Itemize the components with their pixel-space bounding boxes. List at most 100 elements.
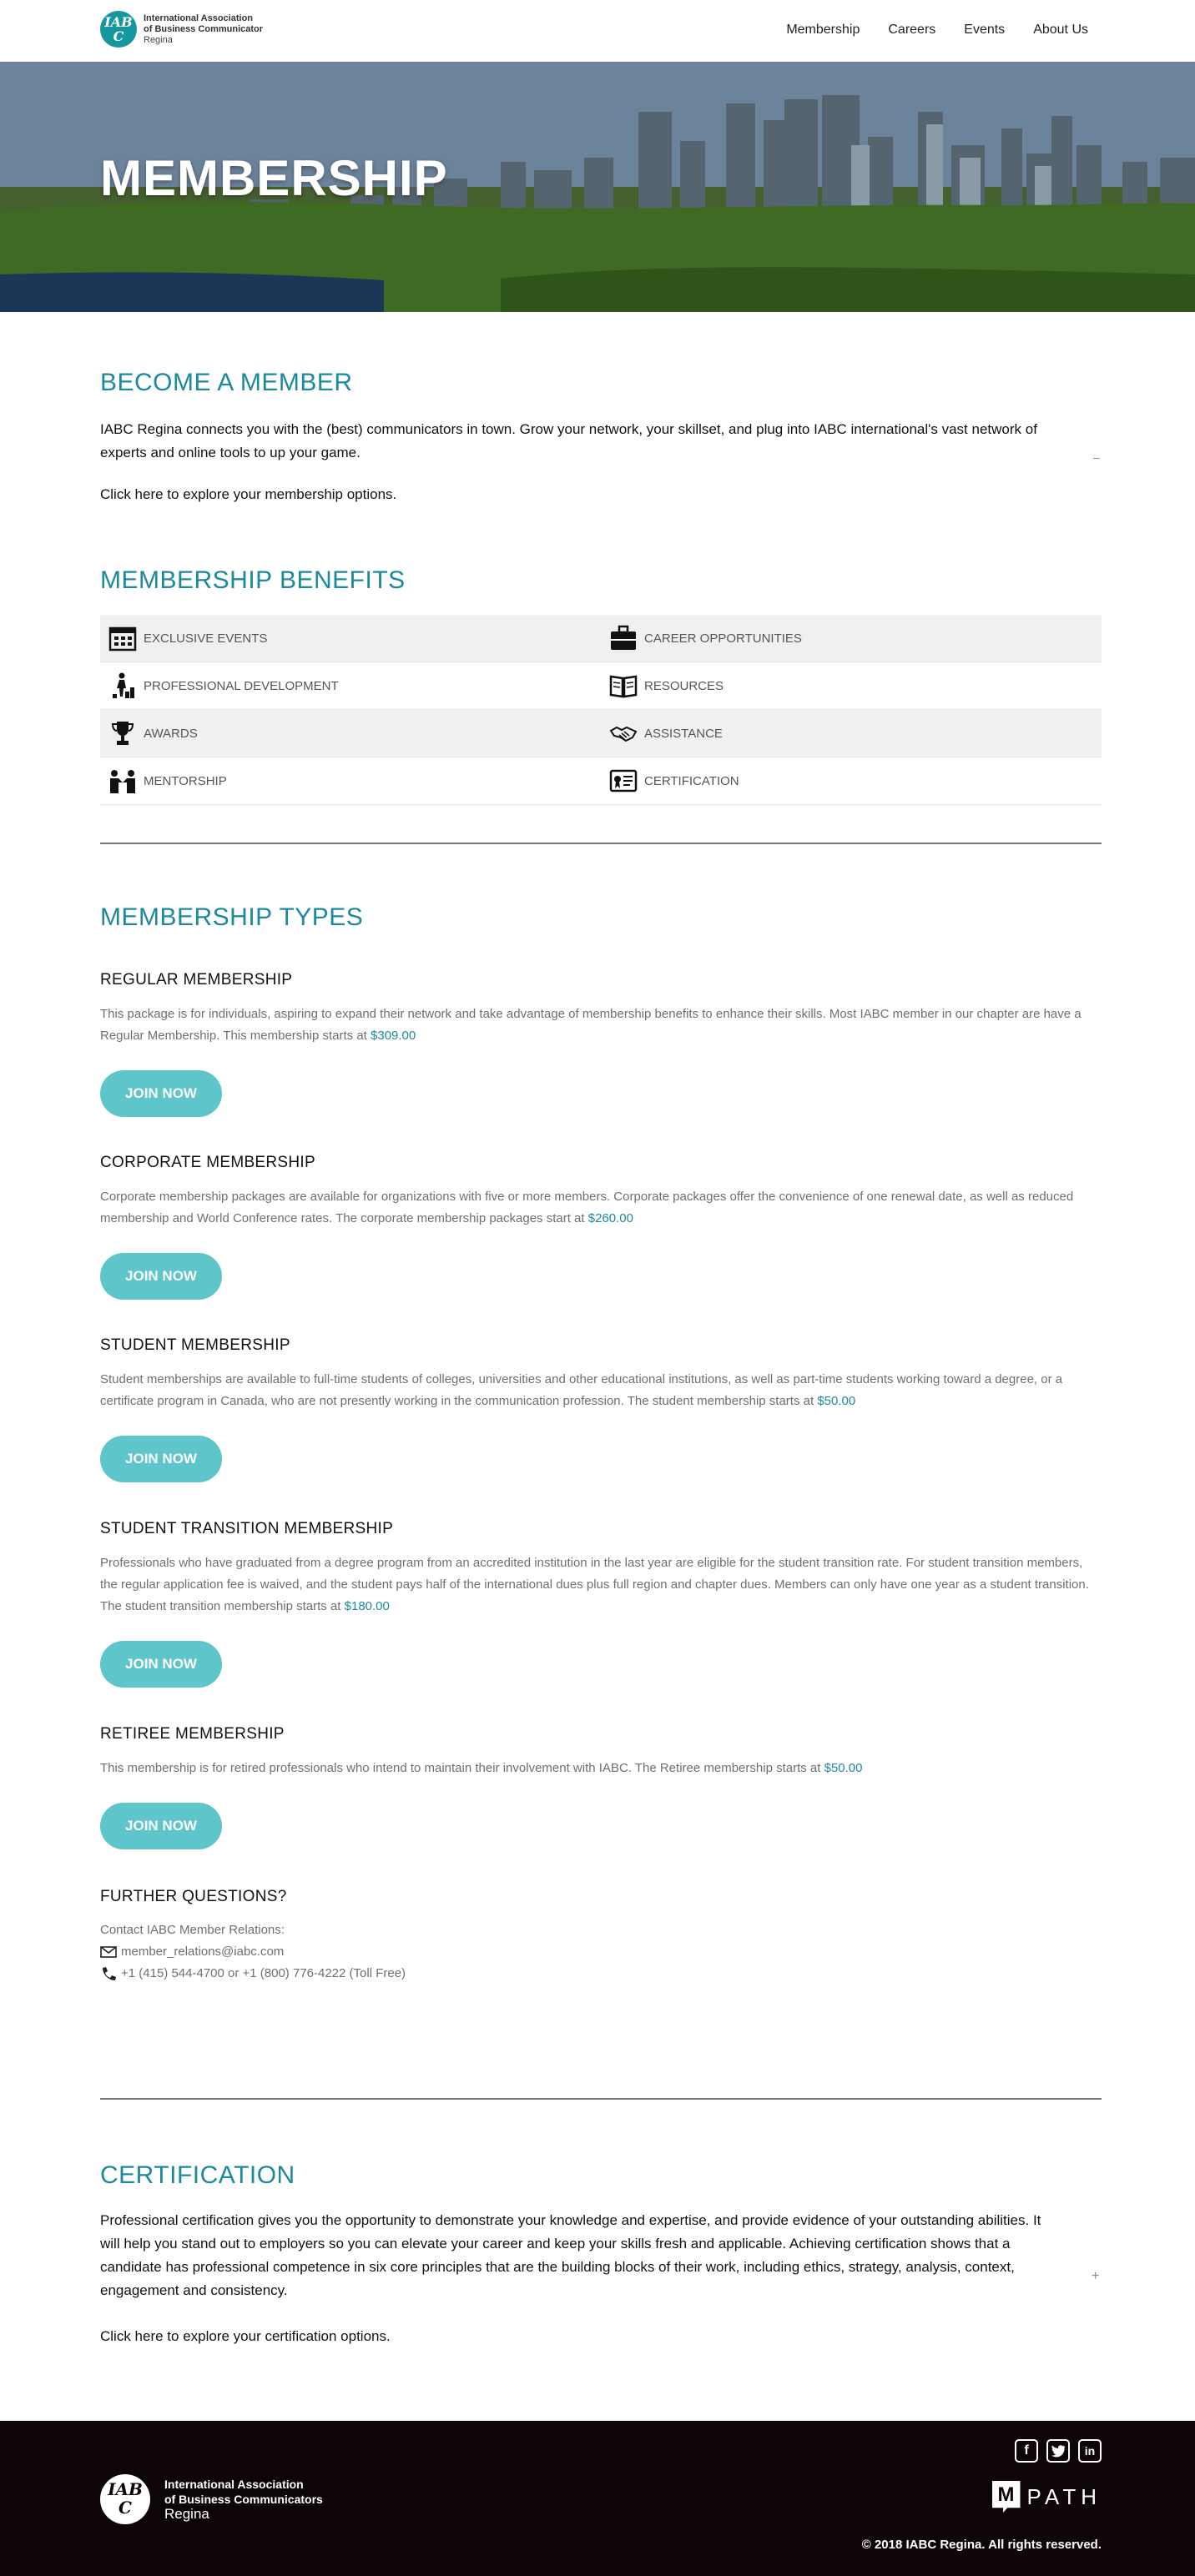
logo-line-2: of Business Communicator	[144, 23, 264, 34]
benefit-certification: Certification	[601, 757, 1102, 804]
hero-banner: MEMBERSHIP	[0, 62, 1195, 312]
membership-type-description: Student memberships are available to ful…	[100, 1369, 1102, 1412]
nav-membership[interactable]: Membership	[786, 23, 860, 38]
membership-price: $180.00	[344, 1599, 390, 1613]
membership-type-title: STUDENT MEMBERSHIP	[100, 1336, 290, 1354]
benefit-assistance: Assistance	[601, 710, 1102, 757]
benefits-row: Professional Development Resources	[100, 662, 1102, 710]
benefits-row: Exclusive Events Career Opportunities	[100, 615, 1102, 662]
membership-options-link[interactable]: Click here to explore your membership op…	[100, 486, 396, 503]
benefit-label: Professional Development	[144, 678, 339, 693]
linkedin-icon[interactable]: in	[1078, 2439, 1102, 2463]
contact-email-link[interactable]: member_relations@iabc.com	[121, 1941, 284, 1963]
membership-price: $50.00	[824, 1761, 863, 1775]
benefits-heading: MEMBERSHIP BENEFITS	[100, 566, 406, 594]
certificate-icon	[609, 769, 638, 792]
benefit-professional-development: Professional Development	[100, 662, 601, 709]
contact-email-row: member_relations@iabc.com	[100, 1941, 851, 1963]
membership-price: $260.00	[587, 1211, 633, 1225]
membership-type-student: STUDENT MEMBERSHIP Student memberships a…	[100, 1336, 1102, 1482]
membership-type-retiree: RETIREE MEMBERSHIP This membership is fo…	[100, 1725, 1102, 1849]
footer-logo-mark: IABC	[100, 2474, 150, 2524]
benefits-row: Awards Assistance	[100, 710, 1102, 757]
footer-logo[interactable]: IABC International Association of Busine…	[100, 2474, 323, 2524]
benefit-exclusive-events: Exclusive Events	[100, 615, 601, 662]
contact-label: Contact IABC Member Relations:	[100, 1923, 285, 1937]
section-divider	[100, 2098, 1102, 2100]
benefit-mentorship: Mentorship	[100, 757, 601, 804]
iabc-logo-mark: IABC	[100, 11, 137, 48]
social-links: f in	[1015, 2439, 1102, 2463]
facebook-icon[interactable]: f	[1015, 2439, 1038, 2463]
mpath-wordmark: PATH	[1026, 2483, 1102, 2509]
handshake-icon	[609, 726, 638, 742]
collapse-toggle[interactable]: –	[1093, 450, 1100, 464]
benefit-resources: Resources	[601, 662, 1102, 709]
membership-type-description: Professionals who have graduated from a …	[100, 1552, 1102, 1618]
benefit-label: Resources	[644, 678, 724, 693]
calendar-icon	[108, 626, 137, 652]
join-now-button[interactable]: JOIN NOW	[100, 1641, 222, 1688]
nav-about-us[interactable]: About Us	[1033, 23, 1088, 38]
nav-events[interactable]: Events	[964, 23, 1005, 38]
benefit-label: Exclusive Events	[144, 631, 268, 646]
description-text: Student memberships are available to ful…	[100, 1372, 1063, 1408]
benefit-awards: Awards	[100, 710, 601, 757]
benefit-label: Certification	[644, 773, 739, 788]
further-questions: FURTHER QUESTIONS? Contact IABC Member R…	[100, 1888, 851, 1985]
benefit-label: Awards	[144, 726, 198, 741]
logo-line-1: International Association	[144, 13, 254, 23]
footer-logo-wordmark: International Association of Business Co…	[164, 2477, 323, 2522]
trophy-icon	[111, 722, 134, 745]
benefit-career-opportunities: Career Opportunities	[601, 615, 1102, 662]
book-icon	[609, 675, 638, 698]
mpath-logo[interactable]: M PATH	[991, 2481, 1102, 2513]
membership-type-description: Corporate membership packages are availa…	[100, 1186, 1102, 1230]
membership-type-title: CORPORATE MEMBERSHIP	[100, 1154, 315, 1171]
become-member-heading: BECOME A MEMBER	[100, 369, 353, 396]
membership-types-heading: MEMBERSHIP TYPES	[100, 903, 364, 931]
certification-text: Professional certification gives you the…	[100, 2212, 1041, 2298]
iabc-logo[interactable]: IABC International Association of Busine…	[100, 11, 263, 48]
expand-toggle[interactable]: +	[1092, 2269, 1099, 2284]
membership-type-description: This package is for individuals, aspirin…	[100, 1004, 1102, 1047]
phone-icon	[103, 1967, 116, 1980]
description-text: This membership is for retired professio…	[100, 1761, 821, 1775]
certification-options-link[interactable]: Click here to explore your certification…	[100, 2328, 391, 2345]
join-now-button[interactable]: JOIN NOW	[100, 1803, 222, 1849]
membership-price: $50.00	[817, 1394, 856, 1408]
envelope-icon	[100, 1946, 117, 1958]
become-member-text: IABC Regina connects you with the (best)…	[100, 421, 1037, 460]
twitter-bird-glyph	[1051, 2445, 1066, 2458]
certification-heading: CERTIFICATION	[100, 2161, 295, 2189]
description-text: This package is for individuals, aspirin…	[100, 1007, 1082, 1043]
logo-mark-text: IABC	[104, 14, 133, 44]
membership-type-title: RETIREE MEMBERSHIP	[100, 1725, 285, 1743]
growth-icon	[113, 672, 134, 698]
main-nav: Membership Careers Events About Us	[786, 23, 1088, 38]
section-divider	[100, 843, 1102, 844]
logo-wordmark: International Association of Business Co…	[144, 13, 263, 46]
footer-logo-line-1: International Association	[164, 2478, 304, 2491]
join-now-button[interactable]: JOIN NOW	[100, 1253, 222, 1300]
site-footer: IABC International Association of Busine…	[0, 2421, 1195, 2576]
benefits-table: Exclusive Events Career Opportunities Pr…	[100, 615, 1102, 805]
site-header: IABC International Association of Busine…	[0, 0, 1195, 62]
footer-logo-line-2: of Business Communicators	[164, 2493, 323, 2506]
footer-logo-mark-text: IABC	[108, 2479, 143, 2518]
membership-type-description: This membership is for retired professio…	[100, 1758, 1102, 1779]
contact-phone: +1 (415) 544-4700 or +1 (800) 776-4222 (…	[121, 1966, 406, 1980]
benefit-label: Career Opportunities	[644, 631, 802, 646]
logo-line-3: Regina	[144, 34, 173, 45]
page-title: MEMBERSHIP	[100, 150, 448, 206]
membership-type-student-transition: STUDENT TRANSITION MEMBERSHIP Profession…	[100, 1520, 1102, 1688]
description-text: Corporate membership packages are availa…	[100, 1190, 1074, 1225]
twitter-icon[interactable]	[1046, 2439, 1070, 2463]
join-now-button[interactable]: JOIN NOW	[100, 1070, 222, 1117]
join-now-button[interactable]: JOIN NOW	[100, 1436, 222, 1482]
membership-price: $309.00	[371, 1029, 416, 1043]
mentorship-icon	[110, 770, 135, 793]
contact-phone-row: +1 (415) 544-4700 or +1 (800) 776-4222 (…	[100, 1963, 851, 1985]
nav-careers[interactable]: Careers	[888, 23, 935, 38]
benefit-label: Assistance	[644, 726, 723, 741]
